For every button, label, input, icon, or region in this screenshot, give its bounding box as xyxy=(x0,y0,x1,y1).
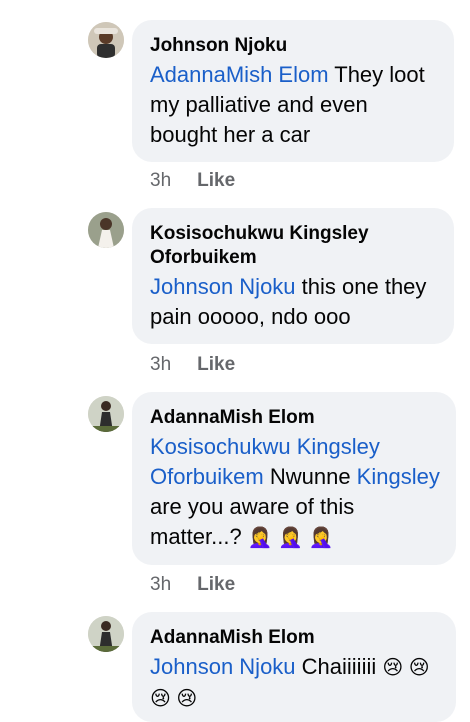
like-button[interactable]: Like xyxy=(197,354,235,376)
comment-text: Johnson Njoku this one they pain ooooo, … xyxy=(150,272,438,332)
comment-author[interactable]: Kosisochukwu Kingsley Oforbuikem xyxy=(150,222,438,270)
comment-text: Johnson Njoku Chaiiiiiii 😢 😢 😢 😢 xyxy=(150,652,440,714)
comment-bubble: Kosisochukwu Kingsley Oforbuikem Johnson… xyxy=(132,208,454,344)
mention-link[interactable]: Johnson Njoku xyxy=(150,654,296,679)
mention-link[interactable]: AdannaMish Elom xyxy=(150,62,329,87)
mention-link[interactable]: Johnson Njoku xyxy=(150,274,296,299)
comment-meta: 3h Like xyxy=(150,170,235,192)
comment-bubble: AdannaMish Elom Kosisochukwu Kingsley Of… xyxy=(132,392,456,565)
like-button[interactable]: Like xyxy=(197,574,235,596)
comment-author[interactable]: Johnson Njoku xyxy=(150,34,438,58)
comment-author[interactable]: AdannaMish Elom xyxy=(150,406,440,430)
comment-time[interactable]: 3h xyxy=(150,574,171,596)
comment-time[interactable]: 3h xyxy=(150,170,171,192)
mention-link-2[interactable]: Kingsley xyxy=(357,464,440,489)
facepalm-emoji-icon: 🤦‍♀️ 🤦‍♀️ 🤦‍♀️ xyxy=(247,527,334,549)
comment-author[interactable]: AdannaMish Elom xyxy=(150,626,440,650)
comment-time[interactable]: 3h xyxy=(150,354,171,376)
avatar[interactable] xyxy=(88,22,124,58)
like-button[interactable]: Like xyxy=(197,170,235,192)
comment-meta: 3h Like xyxy=(150,574,235,596)
avatar[interactable] xyxy=(88,396,124,432)
comment-meta: 3h Like xyxy=(150,354,235,376)
avatar[interactable] xyxy=(88,212,124,248)
comment-bubble: Johnson Njoku AdannaMish Elom They loot … xyxy=(132,20,454,162)
comment-body: Nwunne xyxy=(263,464,357,489)
comment-text: Kosisochukwu Kingsley Oforbuikem Nwunne … xyxy=(150,432,440,553)
comment-body: Chaiiiiiii xyxy=(295,654,383,679)
comment-bubble: AdannaMish Elom Johnson Njoku Chaiiiiiii… xyxy=(132,612,456,722)
comment-text: AdannaMish Elom They loot my palliative … xyxy=(150,60,438,150)
avatar[interactable] xyxy=(88,616,124,652)
